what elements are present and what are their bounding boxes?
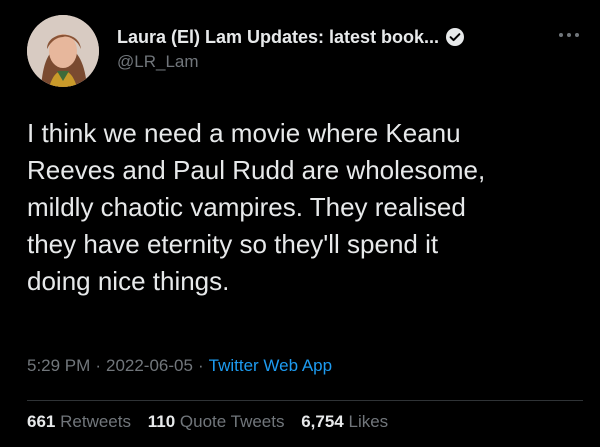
author-display-name[interactable]: Laura (El) Lam Updates: latest book... [117,27,439,48]
tweet-text: I think we need a movie where Keanu Reev… [27,118,486,296]
likes-count: 6,754 [301,412,344,431]
author-handle[interactable]: @LR_Lam [117,52,537,72]
tweet-card: Laura (El) Lam Updates: latest book... @… [0,0,600,447]
likes-label: Likes [348,412,389,431]
retweets-label: Retweets [60,412,131,431]
tweet-stats: 661 Retweets 110 Quote Tweets 6,754 Like… [27,412,400,432]
tweet-date[interactable]: 2022-06-05 [106,356,193,375]
tweet-header: Laura (El) Lam Updates: latest book... @… [22,10,582,90]
retweets-stat[interactable]: 661 Retweets [27,412,131,431]
divider [27,400,583,401]
verified-badge-icon [445,27,465,47]
separator-dot: · [95,356,101,375]
tweet-source-link[interactable]: Twitter Web App [209,356,332,375]
quote-tweets-count: 110 [147,412,176,431]
more-options-icon[interactable] [556,28,582,42]
quote-tweets-label: Quote Tweets [179,412,285,431]
quote-tweets-stat[interactable]: 110 Quote Tweets [148,412,285,431]
author-block: Laura (El) Lam Updates: latest book... @… [117,24,537,72]
retweets-count: 661 [27,412,56,431]
likes-stat[interactable]: 6,754 Likes [301,412,388,431]
tweet-metadata: 5:29 PM · 2022-06-05 · Twitter Web App [27,356,332,376]
avatar[interactable] [27,15,99,87]
separator-dot: · [197,356,204,375]
tweet-time[interactable]: 5:29 PM [27,356,90,375]
author-name-row: Laura (El) Lam Updates: latest book... [117,24,537,50]
profile-photo-icon [27,15,99,87]
